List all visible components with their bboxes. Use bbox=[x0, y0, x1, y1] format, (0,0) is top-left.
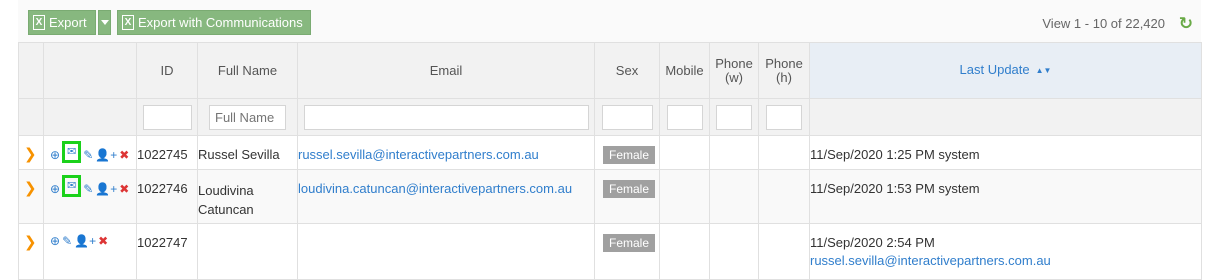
filter-full-name-cell bbox=[197, 98, 298, 136]
table-row[interactable]: ❯ ⊕ ✎ 👤+ ✖ 1022747 Female 11/Sep/2020 2:… bbox=[18, 223, 1202, 280]
filter-empty bbox=[43, 98, 137, 136]
expand-cell: ❯ bbox=[18, 223, 44, 280]
chevron-right-icon[interactable]: ❯ bbox=[19, 180, 37, 197]
magnify-icon[interactable]: ⊕ bbox=[50, 235, 60, 247]
magnify-icon[interactable]: ⊕ bbox=[50, 183, 60, 195]
col-last-update-header[interactable]: Last Update ▲▼ bbox=[809, 42, 1202, 99]
export-button[interactable]: X Export bbox=[28, 10, 96, 35]
filter-id-input[interactable] bbox=[142, 104, 192, 130]
export-label: Export bbox=[49, 15, 87, 30]
filter-last-update-cell bbox=[809, 98, 1202, 136]
phone-w-cell bbox=[709, 223, 759, 280]
id-cell: 1022747 bbox=[136, 223, 198, 280]
table-row[interactable]: ❯ ⊕ ✉ ✎ 👤+ ✖ 1022745 Russel Sevilla russ… bbox=[18, 135, 1202, 170]
filter-sex-input[interactable] bbox=[601, 104, 653, 130]
filter-id-cell bbox=[136, 98, 198, 136]
col-expand bbox=[18, 42, 44, 99]
actions-cell: ⊕ ✉ ✎ 👤+ ✖ bbox=[43, 169, 137, 224]
add-user-icon[interactable]: 👤+ bbox=[95, 149, 117, 161]
add-user-icon[interactable]: 👤+ bbox=[74, 235, 96, 247]
add-user-icon[interactable]: 👤+ bbox=[95, 183, 117, 195]
email-link[interactable]: loudivina.catuncan@interactivepartners.c… bbox=[298, 181, 572, 196]
excel-icon: X bbox=[122, 15, 134, 30]
phone-w-cell bbox=[709, 135, 759, 170]
mobile-cell bbox=[659, 223, 710, 280]
filter-phone-h-cell bbox=[758, 98, 810, 136]
col-full-name-header[interactable]: Full Name bbox=[197, 42, 298, 99]
mobile-cell bbox=[659, 169, 710, 224]
id-cell: 1022746 bbox=[136, 169, 198, 224]
col-phone-w-header[interactable]: Phone (w) bbox=[709, 42, 759, 99]
filter-phone-w-cell bbox=[709, 98, 759, 136]
phone-h-cell bbox=[758, 223, 810, 280]
last-update-text: 11/Sep/2020 1:53 PM system bbox=[810, 181, 980, 196]
col-phone-h-header[interactable]: Phone (h) bbox=[758, 42, 810, 99]
col-sex-header[interactable]: Sex bbox=[594, 42, 660, 99]
full-name-cell: Loudivina Catuncan bbox=[197, 169, 298, 224]
email-cell: loudivina.catuncan@interactivepartners.c… bbox=[297, 169, 595, 224]
chevron-right-icon[interactable]: ❯ bbox=[19, 234, 37, 251]
expand-cell: ❯ bbox=[18, 135, 44, 170]
sex-badge: Female bbox=[603, 234, 656, 252]
export-with-communications-button[interactable]: X Export with Communications bbox=[117, 10, 311, 35]
refresh-icon[interactable]: ↻ bbox=[1179, 14, 1193, 34]
grid-toolbar: X Export X Export with Communications Vi… bbox=[18, 0, 1201, 42]
pager-info: View 1 - 10 of 22,420 bbox=[1042, 16, 1165, 31]
envelope-icon[interactable]: ✉ bbox=[62, 141, 82, 163]
excel-icon: X bbox=[33, 15, 45, 30]
sex-cell: Female bbox=[594, 135, 660, 170]
last-update-text: 11/Sep/2020 2:54 PM bbox=[810, 235, 935, 250]
delete-icon[interactable]: ✖ bbox=[119, 183, 129, 195]
envelope-icon[interactable]: ✉ bbox=[62, 175, 82, 197]
filter-mobile-input[interactable] bbox=[666, 104, 703, 130]
id-cell: 1022745 bbox=[136, 135, 198, 170]
sort-icon: ▲▼ bbox=[1035, 65, 1052, 75]
edit-icon[interactable]: ✎ bbox=[62, 235, 72, 247]
filter-empty bbox=[18, 98, 44, 136]
email-link[interactable]: russel.sevilla@interactivepartners.com.a… bbox=[298, 147, 539, 162]
email-cell bbox=[297, 223, 595, 280]
filter-email-cell bbox=[297, 98, 595, 136]
sex-cell: Female bbox=[594, 169, 660, 224]
filter-email-input[interactable] bbox=[303, 104, 589, 130]
last-update-email-link[interactable]: russel.sevilla@interactivepartners.com.a… bbox=[810, 253, 1201, 268]
sex-badge: Female bbox=[603, 146, 656, 164]
full-name-cell bbox=[197, 223, 298, 280]
filter-mobile-cell bbox=[659, 98, 710, 136]
filter-full-name-input[interactable] bbox=[209, 104, 286, 130]
phone-h-cell bbox=[758, 135, 810, 170]
mobile-cell bbox=[659, 135, 710, 170]
export-comm-label: Export with Communications bbox=[138, 15, 303, 30]
col-email-header[interactable]: Email bbox=[297, 42, 595, 99]
sex-badge: Female bbox=[603, 180, 656, 198]
last-update-cell: 11/Sep/2020 1:53 PM system bbox=[809, 169, 1202, 224]
full-name-cell: Russel Sevilla bbox=[197, 135, 298, 170]
actions-cell: ⊕ ✉ ✎ 👤+ ✖ bbox=[43, 135, 137, 170]
last-update-cell: 11/Sep/2020 1:25 PM system bbox=[809, 135, 1202, 170]
last-update-text: 11/Sep/2020 1:25 PM system bbox=[810, 147, 980, 162]
edit-icon[interactable]: ✎ bbox=[83, 149, 93, 161]
filter-sex-cell bbox=[594, 98, 660, 136]
edit-icon[interactable]: ✎ bbox=[83, 183, 93, 195]
table-row[interactable]: ❯ ⊕ ✉ ✎ 👤+ ✖ 1022746 Loudivina Catuncan … bbox=[18, 169, 1202, 224]
sex-cell: Female bbox=[594, 223, 660, 280]
last-update-cell: 11/Sep/2020 2:54 PM russel.sevilla@inter… bbox=[809, 223, 1202, 280]
chevron-right-icon[interactable]: ❯ bbox=[19, 146, 37, 163]
col-mobile-header[interactable]: Mobile bbox=[659, 42, 710, 99]
export-dropdown-button[interactable] bbox=[98, 10, 111, 35]
contacts-grid: ID Full Name Email Sex Mobile Phone (w) … bbox=[18, 42, 1202, 280]
filter-phone-h-input[interactable] bbox=[766, 104, 802, 130]
phone-h-cell bbox=[758, 169, 810, 224]
expand-cell: ❯ bbox=[18, 169, 44, 224]
col-actions bbox=[43, 42, 137, 99]
actions-cell: ⊕ ✎ 👤+ ✖ bbox=[43, 223, 137, 280]
phone-w-cell bbox=[709, 169, 759, 224]
email-cell: russel.sevilla@interactivepartners.com.a… bbox=[297, 135, 595, 170]
delete-icon[interactable]: ✖ bbox=[98, 235, 108, 247]
col-id-header[interactable]: ID bbox=[136, 42, 198, 99]
caret-down-icon bbox=[100, 20, 109, 25]
magnify-icon[interactable]: ⊕ bbox=[50, 149, 60, 161]
delete-icon[interactable]: ✖ bbox=[119, 149, 129, 161]
filter-phone-w-input[interactable] bbox=[716, 104, 752, 130]
